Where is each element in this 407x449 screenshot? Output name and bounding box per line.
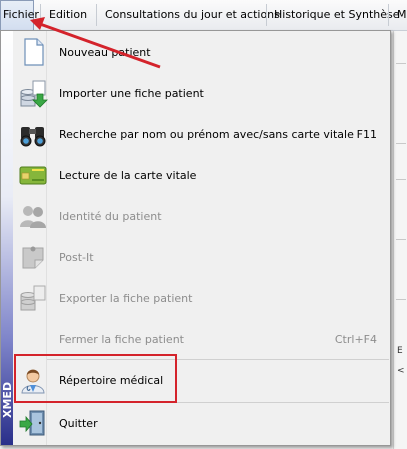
menu-item-label: Identité du patient bbox=[59, 210, 162, 223]
menu-consultations[interactable]: Consultations du jour et actions bbox=[105, 0, 280, 30]
background-fragment: E bbox=[397, 346, 403, 356]
menu-separator bbox=[388, 4, 389, 26]
post-it-icon bbox=[22, 246, 44, 269]
menu-item-recherche-patient[interactable]: Recherche par nom ou prénom avec/sans ca… bbox=[13, 115, 389, 155]
menu-item-lecture-carte-vitale[interactable]: Lecture de la carte vitale bbox=[13, 156, 389, 196]
document-icon bbox=[24, 38, 44, 66]
menu-item-identite-patient: Identité du patient bbox=[13, 197, 389, 237]
menu-item-label: Nouveau patient bbox=[59, 46, 151, 59]
menu-item-label: Post-It bbox=[59, 251, 94, 264]
menu-item-label: Recherche par nom ou prénom avec/sans ca… bbox=[59, 128, 354, 141]
background-fragment: < bbox=[397, 366, 405, 376]
menu-item-importer-fiche[interactable]: Importer une fiche patient bbox=[13, 74, 389, 114]
menu-item-exporter-fiche: Exporter la fiche patient bbox=[13, 279, 389, 319]
menu-item-quitter[interactable]: Quitter bbox=[13, 404, 389, 444]
menu-item-nouveau-patient[interactable]: Nouveau patient bbox=[13, 33, 389, 73]
shortcut-label: Ctrl+F4 bbox=[334, 333, 377, 346]
menu-item-label: Importer une fiche patient bbox=[59, 87, 204, 100]
menu-edition[interactable]: Edition bbox=[49, 0, 87, 30]
vitale-card-icon bbox=[19, 166, 47, 185]
menu-bar: Fichier Edition Consultations du jour et… bbox=[0, 0, 407, 31]
exit-door-icon bbox=[19, 410, 45, 436]
menu-separator bbox=[40, 4, 41, 26]
export-icon bbox=[20, 285, 46, 311]
menu-historique[interactable]: Historique et Synthèse bbox=[274, 0, 400, 30]
import-icon bbox=[20, 80, 48, 108]
menu-item-label: Lecture de la carte vitale bbox=[59, 169, 197, 182]
menu-item-label: Quitter bbox=[59, 417, 98, 430]
users-icon bbox=[20, 206, 46, 228]
shortcut-label: F11 bbox=[356, 128, 377, 141]
highlight-annotation-box bbox=[14, 354, 177, 403]
background-window-edge: E < bbox=[393, 31, 407, 449]
menu-item-label: Exporter la fiche patient bbox=[59, 292, 193, 305]
menu-fichier[interactable]: Fichier bbox=[0, 0, 39, 30]
menu-separator bbox=[96, 4, 97, 26]
menu-item-post-it: Post-It bbox=[13, 238, 389, 278]
menu-more[interactable]: M bbox=[397, 0, 407, 30]
menu-separator bbox=[266, 4, 267, 26]
binoculars-icon bbox=[20, 127, 46, 147]
